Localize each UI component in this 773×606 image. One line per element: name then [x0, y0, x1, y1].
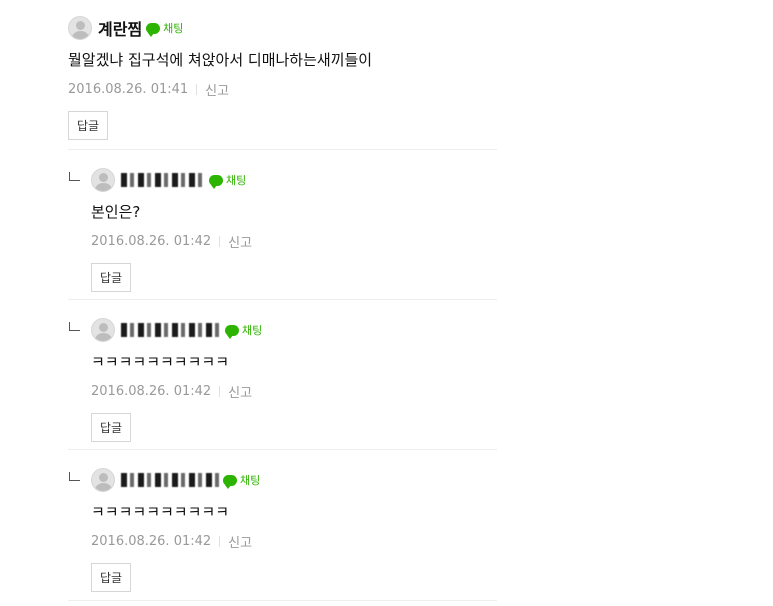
divider — [68, 600, 497, 601]
meta-divider — [196, 84, 198, 95]
chat-button[interactable]: 채팅 — [223, 472, 261, 489]
comment-header: 채팅 — [91, 468, 497, 492]
blurred-nickname — [121, 323, 221, 337]
reply-comment: 채팅 본인은? 2016.08.26. 01:42 신고 답글 — [91, 168, 497, 292]
comment-meta: 2016.08.26. 01:42 신고 — [91, 232, 497, 251]
chat-button[interactable]: 채팅 — [209, 172, 247, 189]
comment-date: 2016.08.26. 01:42 — [91, 384, 212, 399]
chat-icon — [209, 174, 223, 189]
meta-divider — [219, 536, 221, 547]
comment-text: 본인은? — [91, 203, 141, 221]
comment-header: 계란찜 채팅 — [68, 16, 497, 40]
blurred-nickname — [121, 473, 219, 487]
chat-button[interactable]: 채팅 — [225, 322, 263, 339]
divider — [68, 149, 497, 150]
comment-text: ㅋㅋㅋㅋㅋㅋㅋㅋㅋㅋ — [91, 503, 230, 521]
reply-comment: 채팅 ㅋㅋㅋㅋㅋㅋㅋㅋㅋㅋ 2016.08.26. 01:42 신고 답글 — [91, 318, 497, 442]
reply-arrow-icon — [69, 172, 80, 181]
comment-text: ㅋㅋㅋㅋㅋㅋㅋㅋㅋㅋ — [91, 353, 230, 371]
reply-button[interactable]: 답글 — [91, 263, 132, 292]
report-link[interactable]: 신고 — [228, 232, 252, 251]
comment-text: 뭘알겠냐 집구석에 쳐앉아서 디매나하는새끼들이 — [68, 51, 373, 69]
reply-arrow-icon — [69, 472, 80, 481]
report-link[interactable]: 신고 — [205, 80, 229, 99]
chat-icon — [146, 22, 161, 37]
comment-meta: 2016.08.26. 01:42 신고 — [91, 532, 497, 551]
comment-main: 계란찜 채팅 뭘알겠냐 집구석에 쳐앉아서 디매나하는새끼들이 2016.08.… — [68, 16, 497, 140]
comment-header: 채팅 — [91, 318, 497, 342]
author-nickname[interactable]: 계란찜 — [98, 16, 142, 40]
comment-meta: 2016.08.26. 01:42 신고 — [91, 382, 497, 401]
comment-date: 2016.08.26. 01:41 — [68, 82, 189, 97]
reply-button[interactable]: 답글 — [91, 413, 132, 442]
chat-button[interactable]: 채팅 — [146, 20, 184, 37]
reply-comment: 채팅 ㅋㅋㅋㅋㅋㅋㅋㅋㅋㅋ 2016.08.26. 01:42 신고 답글 — [91, 468, 497, 592]
meta-divider — [219, 236, 221, 247]
comment-date: 2016.08.26. 01:42 — [91, 234, 212, 249]
chat-label: 채팅 — [242, 324, 263, 337]
report-link[interactable]: 신고 — [228, 382, 252, 401]
chat-label: 채팅 — [163, 22, 184, 35]
chat-label: 채팅 — [240, 474, 261, 487]
chat-icon — [225, 324, 239, 339]
meta-divider — [219, 386, 221, 397]
chat-icon — [223, 474, 237, 489]
avatar[interactable] — [91, 468, 115, 492]
comment-header: 채팅 — [91, 168, 497, 192]
avatar[interactable] — [91, 318, 115, 342]
blurred-nickname — [121, 173, 205, 187]
reply-button[interactable]: 답글 — [91, 563, 132, 592]
reply-arrow-icon — [69, 322, 80, 331]
comment-date: 2016.08.26. 01:42 — [91, 534, 212, 549]
chat-label: 채팅 — [226, 174, 247, 187]
comment-meta: 2016.08.26. 01:41 신고 — [68, 80, 497, 99]
report-link[interactable]: 신고 — [228, 532, 252, 551]
reply-button[interactable]: 답글 — [68, 111, 109, 140]
avatar[interactable] — [91, 168, 115, 192]
divider — [68, 299, 497, 300]
divider — [68, 449, 497, 450]
avatar[interactable] — [68, 16, 92, 40]
